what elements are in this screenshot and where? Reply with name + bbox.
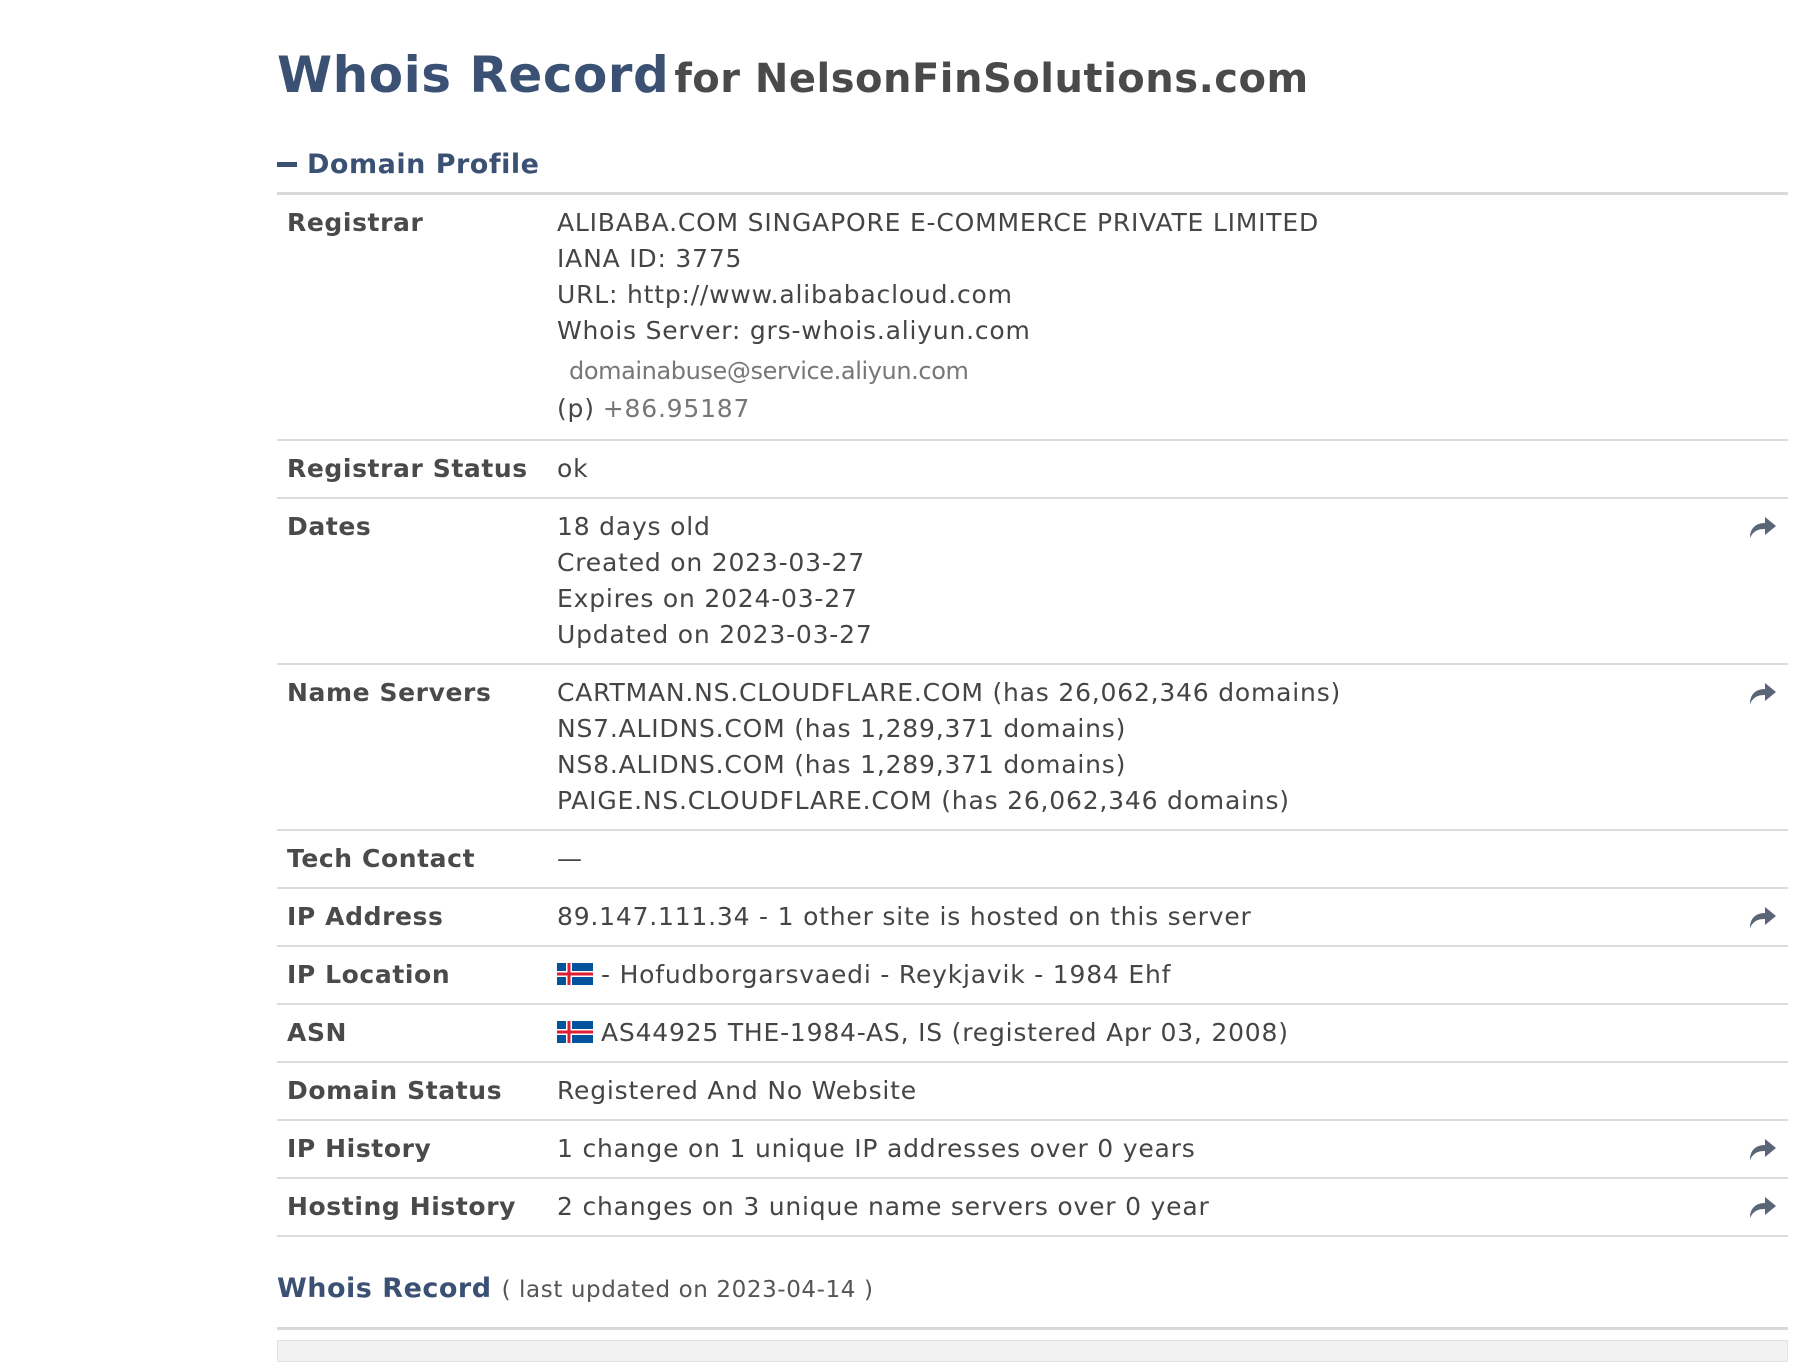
asn-text: AS44925 THE-1984-AS, IS (registered Apr … — [601, 1018, 1289, 1047]
ip-address-value: 89.147.111.34 - 1 other site is hosted o… — [557, 888, 1738, 947]
footer-divider — [277, 1327, 1788, 1330]
asn-label: ASN — [277, 1004, 557, 1063]
registrar-label: Registrar — [277, 195, 557, 441]
name-server-item: NS7.ALIDNS.COM (has 1,289,371 domains) — [557, 714, 1127, 743]
row-tech-contact: Tech Contact — — [277, 830, 1788, 889]
registrar-phone-row: (p) +86.95187 — [557, 389, 1738, 429]
tech-contact-label: Tech Contact — [277, 830, 557, 889]
registrar-email-image: domainabuse@service.aliyun.com — [569, 357, 969, 385]
registrar-whois-server: Whois Server: grs-whois.aliyun.com — [557, 316, 1031, 345]
iceland-flag-icon — [557, 1021, 593, 1043]
name-server-item: CARTMAN.NS.CLOUDFLARE.COM (has 26,062,34… — [557, 678, 1342, 707]
share-arrow-icon[interactable] — [1748, 1195, 1778, 1221]
row-registrar: Registrar ALIBABA.COM SINGAPORE E-COMMER… — [277, 195, 1788, 441]
registrar-status-label: Registrar Status — [277, 440, 557, 499]
registrar-action-cell — [1738, 195, 1788, 441]
row-name-servers: Name Servers CARTMAN.NS.CLOUDFLARE.COM (… — [277, 664, 1788, 831]
registrar-status-value: ok — [557, 440, 1738, 499]
share-arrow-icon[interactable] — [1748, 515, 1778, 541]
whois-record-header: Whois Record ( last updated on 2023-04-1… — [277, 1273, 1788, 1313]
row-hosting-history: Hosting History 2 changes on 3 unique na… — [277, 1178, 1788, 1237]
page-title-main: Whois Record — [277, 46, 670, 104]
name-server-item: PAIGE.NS.CLOUDFLARE.COM (has 26,062,346 … — [557, 786, 1290, 815]
dates-value: 18 days old Created on 2023-03-27 Expire… — [557, 498, 1738, 665]
ip-location-value: - Hofudborgarsvaedi - Reykjavik - 1984 E… — [557, 946, 1738, 1005]
name-servers-value: CARTMAN.NS.CLOUDFLARE.COM (has 26,062,34… — [557, 664, 1738, 831]
domain-age: 18 days old — [557, 512, 711, 541]
created-date: Created on 2023-03-27 — [557, 548, 866, 577]
row-dates: Dates 18 days old Created on 2023-03-27 … — [277, 498, 1788, 665]
share-arrow-icon[interactable] — [1748, 681, 1778, 707]
row-ip-address: IP Address 89.147.111.34 - 1 other site … — [277, 888, 1788, 947]
ip-history-label: IP History — [277, 1120, 557, 1179]
last-updated-note: ( last updated on 2023-04-14 ) — [501, 1277, 874, 1303]
updated-date: Updated on 2023-03-27 — [557, 620, 873, 649]
domain-status-label: Domain Status — [277, 1062, 557, 1121]
domain-profile-toggle[interactable]: Domain Profile — [277, 144, 1788, 184]
ip-location-text: - Hofudborgarsvaedi - Reykjavik - 1984 E… — [601, 960, 1172, 989]
page-title: Whois Record for NelsonFinSolutions.com — [277, 46, 1788, 106]
asn-value: AS44925 THE-1984-AS, IS (registered Apr … — [557, 1004, 1738, 1063]
iceland-flag-icon — [557, 963, 593, 985]
expires-date: Expires on 2024-03-27 — [557, 584, 858, 613]
domain-status-value: Registered And No Website — [557, 1062, 1738, 1121]
share-arrow-icon[interactable] — [1748, 905, 1778, 931]
whois-record-title: Whois Record — [277, 1273, 492, 1304]
registrar-url: URL: http://www.alibabacloud.com — [557, 280, 1013, 309]
tech-contact-value: — — [557, 830, 1738, 889]
ip-history-value: 1 change on 1 unique IP addresses over 0… — [557, 1120, 1738, 1179]
name-server-item: NS8.ALIDNS.COM (has 1,289,371 domains) — [557, 750, 1127, 779]
page-title-domain: for NelsonFinSolutions.com — [674, 56, 1309, 102]
hosting-history-label: Hosting History — [277, 1178, 557, 1237]
registrar-value: ALIBABA.COM SINGAPORE E-COMMERCE PRIVATE… — [557, 195, 1738, 441]
collapse-minus-icon[interactable] — [277, 161, 297, 167]
ip-address-label: IP Address — [277, 888, 557, 947]
phone-prefix: (p) — [557, 394, 595, 423]
row-ip-location: IP Location - Hofudborgarsvaedi - Reykja… — [277, 946, 1788, 1005]
row-domain-status: Domain Status Registered And No Website — [277, 1062, 1788, 1121]
row-registrar-status: Registrar Status ok — [277, 440, 1788, 499]
ip-location-label: IP Location — [277, 946, 557, 1005]
domain-profile-label: Domain Profile — [307, 148, 540, 180]
row-ip-history: IP History 1 change on 1 unique IP addre… — [277, 1120, 1788, 1179]
whois-page: Whois Record for NelsonFinSolutions.com … — [277, 0, 1788, 1362]
raw-whois-box — [277, 1340, 1788, 1362]
registrar-iana: IANA ID: 3775 — [557, 244, 743, 273]
registrar-phone-image: +86.95187 — [602, 394, 751, 423]
share-arrow-icon[interactable] — [1748, 1137, 1778, 1163]
registrar-name: ALIBABA.COM SINGAPORE E-COMMERCE PRIVATE… — [557, 208, 1320, 237]
row-asn: ASN AS44925 THE-1984-AS, IS (registered … — [277, 1004, 1788, 1063]
hosting-history-value: 2 changes on 3 unique name servers over … — [557, 1178, 1738, 1237]
domain-profile-table: Registrar ALIBABA.COM SINGAPORE E-COMMER… — [277, 195, 1788, 1237]
dates-label: Dates — [277, 498, 557, 665]
name-servers-label: Name Servers — [277, 664, 557, 831]
